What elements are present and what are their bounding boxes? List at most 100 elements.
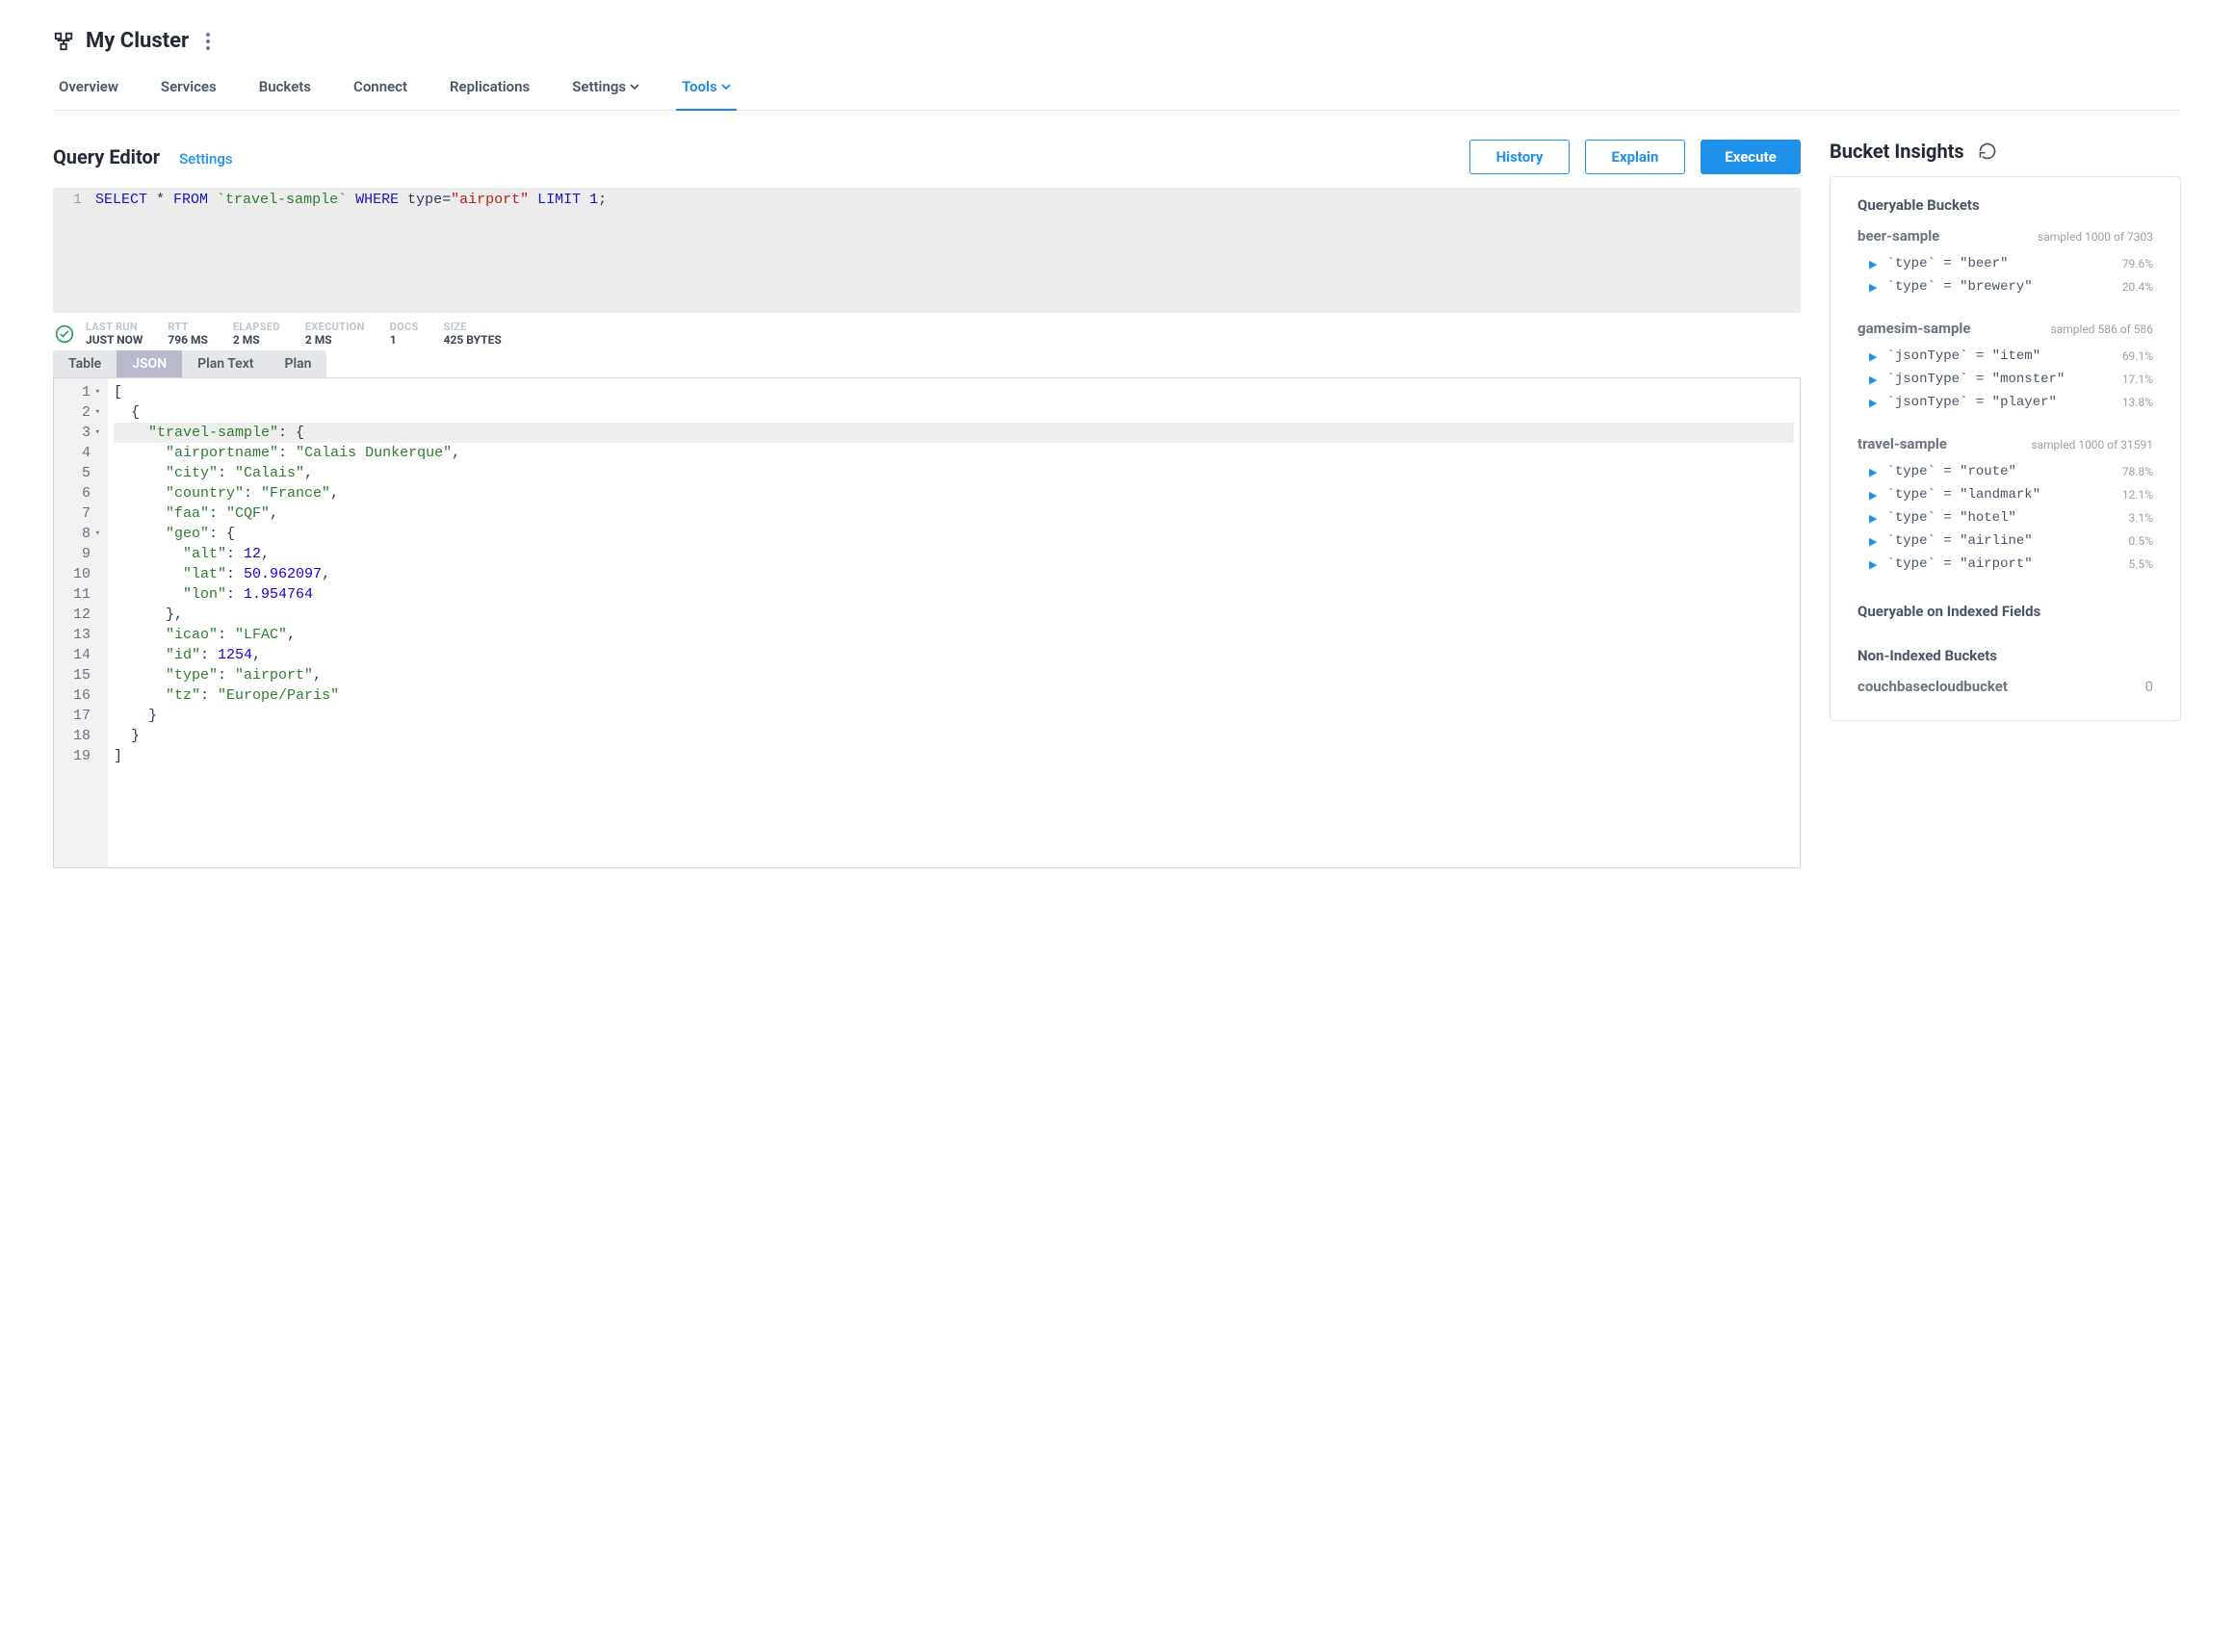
bucket-name[interactable]: travel-sample bbox=[1857, 435, 1947, 452]
refresh-icon[interactable] bbox=[1978, 142, 1997, 161]
type-expression: `type` = "landmark" bbox=[1886, 487, 2040, 503]
expand-arrow-icon[interactable]: ▶ bbox=[1869, 489, 1877, 502]
bucket-name[interactable]: gamesim-sample bbox=[1857, 320, 1971, 337]
bucket-type-row[interactable]: ▶ `jsonType` = "monster" 17.1% bbox=[1857, 368, 2153, 391]
editor-gutter: 1 bbox=[53, 188, 90, 313]
stat-label: ELAPSED bbox=[233, 321, 280, 333]
type-expression: `type` = "route" bbox=[1886, 464, 2015, 479]
nav-replications[interactable]: Replications bbox=[444, 70, 535, 111]
type-expression: `jsonType` = "monster" bbox=[1886, 372, 2065, 387]
expand-arrow-icon[interactable]: ▶ bbox=[1869, 535, 1877, 548]
cluster-title: My Cluster bbox=[86, 29, 189, 53]
bucket-type-row[interactable]: ▶ `type` = "airport" 5.5% bbox=[1857, 553, 2153, 576]
nav-tools-label: Tools bbox=[682, 78, 717, 95]
queryable-buckets-label: Queryable Buckets bbox=[1857, 196, 2153, 214]
expand-arrow-icon[interactable]: ▶ bbox=[1869, 350, 1877, 363]
type-expression: `type` = "airline" bbox=[1886, 533, 2032, 549]
stat-value: 425 BYTES bbox=[444, 333, 502, 347]
expand-arrow-icon[interactable]: ▶ bbox=[1869, 466, 1877, 478]
nav-overview[interactable]: Overview bbox=[53, 70, 124, 111]
bucket-insights-title: Bucket Insights bbox=[1830, 140, 1964, 163]
stat-value: JUST NOW bbox=[86, 333, 143, 347]
indexed-fields-label: Queryable on Indexed Fields bbox=[1857, 603, 2153, 620]
nav-services[interactable]: Services bbox=[155, 70, 222, 111]
json-result-body[interactable]: [ { "travel-sample": { "airportname": "C… bbox=[108, 378, 1800, 867]
tab-json[interactable]: JSON bbox=[117, 350, 182, 377]
nav-settings[interactable]: Settings bbox=[566, 70, 645, 111]
stat-label: LAST RUN bbox=[86, 321, 143, 333]
type-expression: `type` = "hotel" bbox=[1886, 510, 2015, 526]
tab-plan[interactable]: Plan bbox=[270, 350, 327, 377]
type-expression: `jsonType` = "item" bbox=[1886, 348, 2040, 364]
stat-label: EXECUTION bbox=[305, 321, 365, 333]
query-stats: LAST RUNJUST NOW RTT796 MS ELAPSED 2 MS E… bbox=[86, 321, 502, 347]
nonindexed-bucket-name: couchbasecloudbucket bbox=[1857, 678, 2008, 695]
bucket-type-row[interactable]: ▶ `type` = "hotel" 3.1% bbox=[1857, 506, 2153, 529]
expand-arrow-icon[interactable]: ▶ bbox=[1869, 374, 1877, 386]
bucket-section: gamesim-sample sampled 586 of 586 ▶ `jsonTy… bbox=[1857, 320, 2153, 414]
history-button[interactable]: History bbox=[1469, 140, 1570, 174]
sql-editor[interactable]: 1 SELECT * FROM `travel-sample` WHERE ty… bbox=[53, 188, 1801, 313]
expand-arrow-icon[interactable]: ▶ bbox=[1869, 512, 1877, 525]
type-expression: `jsonType` = "player" bbox=[1886, 395, 2056, 410]
type-expression: `type` = "airport" bbox=[1886, 556, 2032, 572]
stat-value: 1 bbox=[390, 333, 419, 347]
bucket-type-row[interactable]: ▶ `type` = "brewery" 20.4% bbox=[1857, 275, 2153, 298]
nonindexed-buckets-label: Non-Indexed Buckets bbox=[1857, 647, 2153, 664]
sql-editor-content[interactable]: SELECT * FROM `travel-sample` WHERE type… bbox=[90, 188, 1801, 313]
nav-tools[interactable]: Tools bbox=[676, 70, 737, 111]
cluster-menu-icon[interactable] bbox=[200, 33, 216, 50]
result-tabs: Table JSON Plan Text Plan bbox=[53, 350, 326, 377]
tab-table[interactable]: Table bbox=[53, 350, 117, 377]
bucket-type-row[interactable]: ▶ `jsonType` = "item" 69.1% bbox=[1857, 345, 2153, 368]
cluster-icon bbox=[53, 31, 74, 52]
expand-arrow-icon[interactable]: ▶ bbox=[1869, 258, 1877, 271]
nav-buckets[interactable]: Buckets bbox=[253, 70, 317, 111]
type-percent: 0.5% bbox=[2129, 534, 2153, 548]
main-nav: Overview Services Buckets Connect Replic… bbox=[53, 70, 2181, 111]
chevron-down-icon bbox=[630, 82, 639, 91]
bucket-section: beer-sample sampled 1000 of 7303 ▶ `type` =… bbox=[1857, 227, 2153, 298]
bucket-type-row[interactable]: ▶`type` = "route"78.8% bbox=[1857, 460, 2153, 483]
stat-value: 2 MS bbox=[305, 333, 365, 347]
type-percent: 3.1% bbox=[2129, 511, 2153, 525]
nonindexed-bucket-count: 0 bbox=[2145, 678, 2153, 695]
explain-button[interactable]: Explain bbox=[1585, 140, 1685, 174]
stat-label: DOCS bbox=[390, 321, 419, 333]
json-gutter: 1▾ 2▾ 3▾ 4 5 6 7 8▾ 9 10 11 12 13 14 15 … bbox=[54, 378, 108, 867]
type-percent: 5.5% bbox=[2129, 557, 2153, 571]
execute-button[interactable]: Execute bbox=[1701, 140, 1801, 174]
stat-label: SIZE bbox=[444, 321, 502, 333]
expand-arrow-icon[interactable]: ▶ bbox=[1869, 558, 1877, 571]
type-percent: 20.4% bbox=[2122, 280, 2153, 294]
bucket-type-row[interactable]: ▶ `type` = "landmark" 12.1% bbox=[1857, 483, 2153, 506]
bucket-sampled: sampled 1000 of 7303 bbox=[2038, 230, 2153, 244]
bucket-sampled: sampled 586 of 586 bbox=[2051, 323, 2153, 336]
bucket-insights-panel: Queryable Buckets beer-sample sampled 100… bbox=[1830, 176, 2181, 721]
status-success-icon bbox=[55, 324, 74, 344]
bucket-type-row[interactable]: ▶ `type` = "airline" 0.5% bbox=[1857, 529, 2153, 553]
type-expression: `type` = "brewery" bbox=[1886, 279, 2032, 295]
bucket-sampled: sampled 1000 of 31591 bbox=[2031, 438, 2153, 452]
type-expression: `type` = "beer" bbox=[1886, 256, 2008, 271]
nav-settings-label: Settings bbox=[572, 78, 626, 95]
chevron-down-icon bbox=[721, 82, 731, 91]
type-percent: 17.1% bbox=[2122, 373, 2153, 386]
query-editor-settings-link[interactable]: Settings bbox=[179, 150, 233, 168]
type-percent: 13.8% bbox=[2122, 396, 2153, 409]
json-result-view: 1▾ 2▾ 3▾ 4 5 6 7 8▾ 9 10 11 12 13 14 15 … bbox=[53, 377, 1801, 868]
type-percent: 79.6% bbox=[2122, 257, 2153, 271]
stat-label: RTT bbox=[168, 321, 208, 333]
query-editor-title: Query Editor bbox=[53, 145, 160, 168]
bucket-type-row[interactable]: ▶ `jsonType` = "player" 13.8% bbox=[1857, 391, 2153, 414]
bucket-type-row[interactable]: ▶ `type` = "beer" 79.6% bbox=[1857, 252, 2153, 275]
tab-plan-text[interactable]: Plan Text bbox=[182, 350, 269, 377]
expand-arrow-icon[interactable]: ▶ bbox=[1869, 281, 1877, 294]
nonindexed-bucket-row[interactable]: couchbasecloudbucket 0 bbox=[1857, 678, 2153, 695]
stat-value: 796 MS bbox=[168, 333, 208, 347]
bucket-name[interactable]: beer-sample bbox=[1857, 227, 1939, 245]
expand-arrow-icon[interactable]: ▶ bbox=[1869, 397, 1877, 409]
nav-connect[interactable]: Connect bbox=[348, 70, 413, 111]
type-percent: 69.1% bbox=[2122, 349, 2153, 363]
type-percent: 12.1% bbox=[2122, 488, 2153, 502]
